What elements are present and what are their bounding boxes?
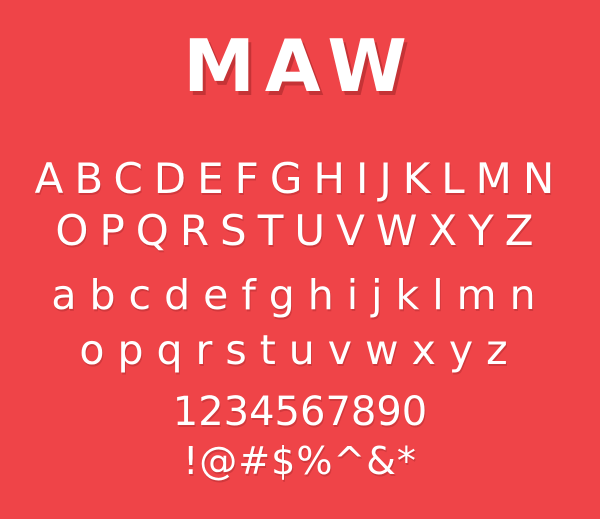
- font-specimen-panel: MAW ABCDEFGHIJKLMN OPQRSTUVWXYZ abcdefgh…: [0, 0, 600, 519]
- font-name-title: MAW: [183, 24, 417, 108]
- digits-row: 1234567890: [172, 389, 428, 435]
- lowercase-row-2: opqrstuvwxyz: [79, 326, 521, 374]
- uppercase-row-1: ABCDEFGHIJKLMN: [34, 154, 566, 203]
- symbols-row: !@#$%^&*: [183, 439, 417, 483]
- uppercase-row-2: OPQRSTUVWXYZ: [55, 206, 545, 255]
- lowercase-row-1: abcdefghijklmn: [51, 271, 549, 319]
